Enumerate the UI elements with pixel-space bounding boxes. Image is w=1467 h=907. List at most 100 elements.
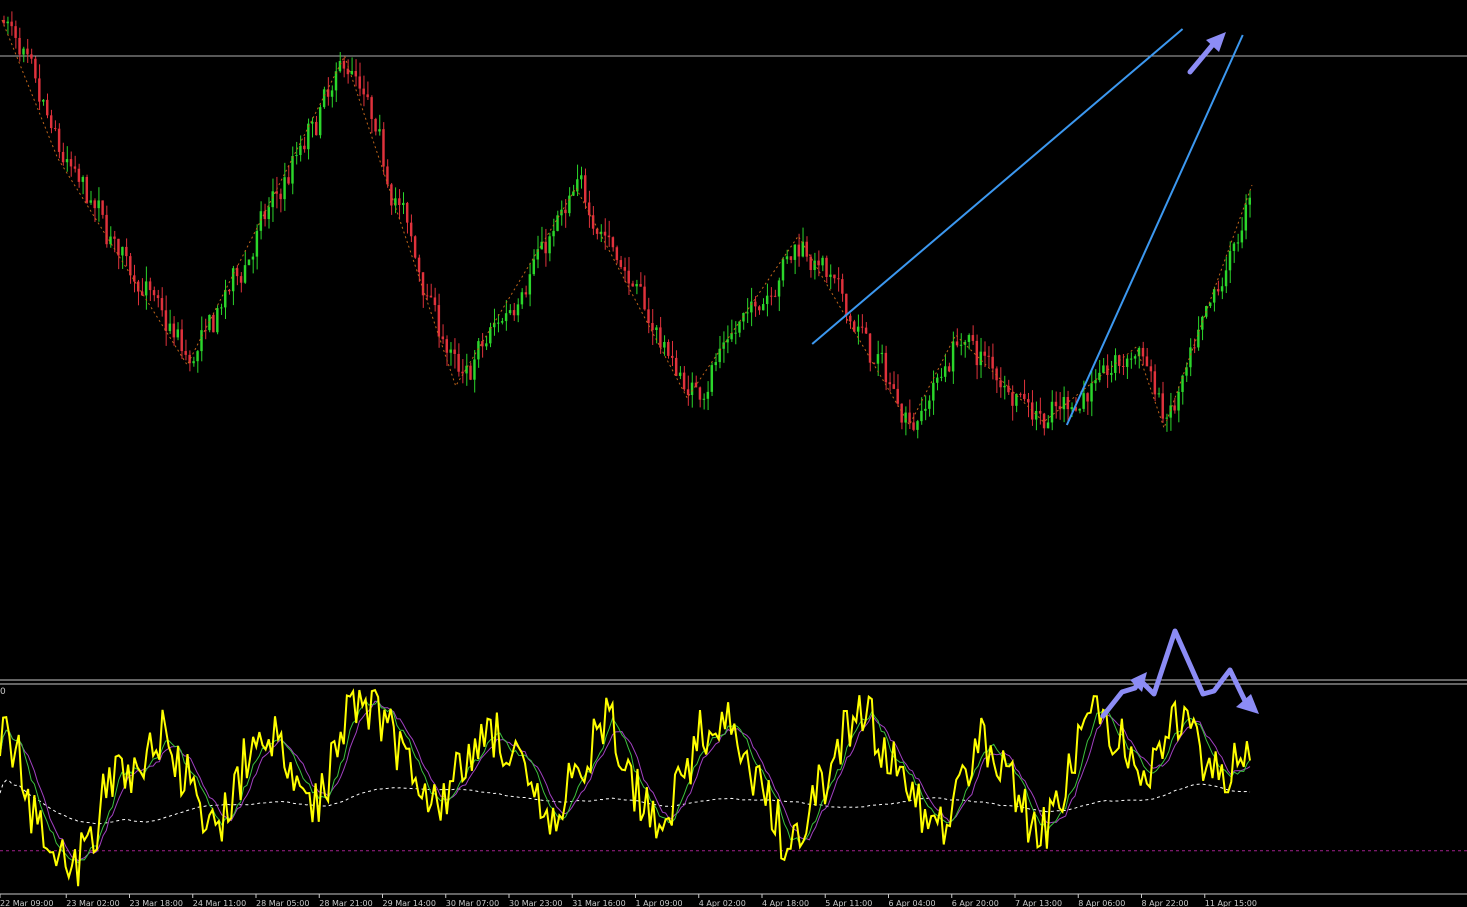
candle-body xyxy=(1220,286,1224,292)
candle-body xyxy=(69,159,73,167)
candle-body xyxy=(959,344,963,346)
candle-body xyxy=(686,389,690,396)
candle-body xyxy=(1046,422,1050,429)
candle-body xyxy=(271,191,274,208)
candle-body xyxy=(678,372,682,376)
candle-body xyxy=(849,315,852,322)
candle-body xyxy=(967,335,971,342)
candle-body xyxy=(781,259,785,281)
candle-body xyxy=(1165,417,1168,419)
candle-body xyxy=(338,60,342,72)
candle-body xyxy=(583,175,587,203)
candle-body xyxy=(18,37,21,55)
candle-body xyxy=(1216,289,1220,292)
candle-body xyxy=(283,177,286,200)
candle-body xyxy=(496,322,500,324)
candle-body xyxy=(1161,393,1164,419)
candle-body xyxy=(366,94,369,98)
time-axis-label: 11 Apr 15:00 xyxy=(1205,899,1257,907)
candle-body xyxy=(785,256,789,260)
candle-body xyxy=(30,54,33,59)
candle-body xyxy=(607,235,611,238)
candle-body xyxy=(441,336,445,340)
candle-body xyxy=(936,377,939,383)
candle-body xyxy=(825,257,828,277)
candle-body xyxy=(896,388,899,404)
candle-body xyxy=(702,398,706,400)
candle-body xyxy=(247,259,251,266)
time-axis-label: 8 Apr 06:00 xyxy=(1078,899,1125,907)
candle-body xyxy=(477,341,480,360)
candle-body xyxy=(813,260,816,271)
candle-body xyxy=(457,353,460,372)
candle-body xyxy=(706,391,710,399)
candle-body xyxy=(334,71,338,91)
time-axis-label: 8 Apr 22:00 xyxy=(1142,899,1189,907)
candle-body xyxy=(362,88,365,95)
candle-body xyxy=(433,297,437,306)
candle-body xyxy=(746,312,749,314)
candle-body xyxy=(777,280,781,297)
candle-body xyxy=(623,267,626,271)
candle-body xyxy=(1030,402,1034,420)
candle-body xyxy=(1224,270,1228,287)
candle-body xyxy=(164,310,168,331)
candle-body xyxy=(793,244,797,260)
candle-body xyxy=(829,274,832,277)
candle-body xyxy=(943,366,947,377)
candle-body xyxy=(504,313,508,322)
candle-body xyxy=(354,71,358,77)
candle-body xyxy=(1125,358,1129,367)
candle-body xyxy=(469,365,472,380)
candle-body xyxy=(255,230,259,257)
candle-body xyxy=(928,400,931,409)
candle-body xyxy=(101,200,104,215)
candle-body xyxy=(1110,372,1113,375)
candle-body xyxy=(754,301,757,307)
candle-body xyxy=(429,295,433,298)
candle-body xyxy=(1082,393,1085,409)
candle-body xyxy=(243,265,247,283)
candle-body xyxy=(370,97,373,119)
candle-body xyxy=(856,326,860,332)
candle-body xyxy=(93,200,96,209)
candle-body xyxy=(121,246,124,256)
candle-body xyxy=(46,99,49,116)
candle-body xyxy=(1090,383,1093,402)
candle-body xyxy=(809,256,812,271)
candle-body xyxy=(374,118,377,132)
candle-body xyxy=(979,351,983,366)
candle-body xyxy=(346,68,350,75)
time-axis-label: 28 Mar 05:00 xyxy=(256,899,309,907)
candle-body xyxy=(231,268,235,292)
candle-body xyxy=(299,145,302,156)
candle-body xyxy=(904,412,907,423)
time-axis-label: 6 Apr 20:00 xyxy=(952,899,999,907)
candle-body xyxy=(655,327,658,331)
candle-body xyxy=(801,241,805,257)
candle-body xyxy=(983,351,986,356)
candle-body xyxy=(318,107,322,136)
time-axis-label: 23 Mar 02:00 xyxy=(66,899,119,907)
candle-body xyxy=(991,356,994,369)
candle-body xyxy=(631,283,634,287)
candle-body xyxy=(987,355,990,357)
candle-body xyxy=(619,260,623,268)
candle-body xyxy=(65,159,69,163)
candle-body xyxy=(449,349,452,353)
candle-body xyxy=(1248,197,1251,205)
candle-body xyxy=(758,306,761,311)
candle-body xyxy=(38,78,41,102)
candle-body xyxy=(1157,393,1161,395)
candle-body xyxy=(532,259,536,275)
candle-body xyxy=(940,376,943,378)
candle-body xyxy=(1019,393,1022,395)
candle-body xyxy=(710,365,714,392)
candle-body xyxy=(267,207,270,220)
candle-body xyxy=(900,403,903,423)
candle-body xyxy=(307,123,310,150)
candle-body xyxy=(295,155,298,157)
candle-body xyxy=(220,307,223,309)
candle-body xyxy=(168,323,172,331)
candle-body xyxy=(508,310,512,314)
